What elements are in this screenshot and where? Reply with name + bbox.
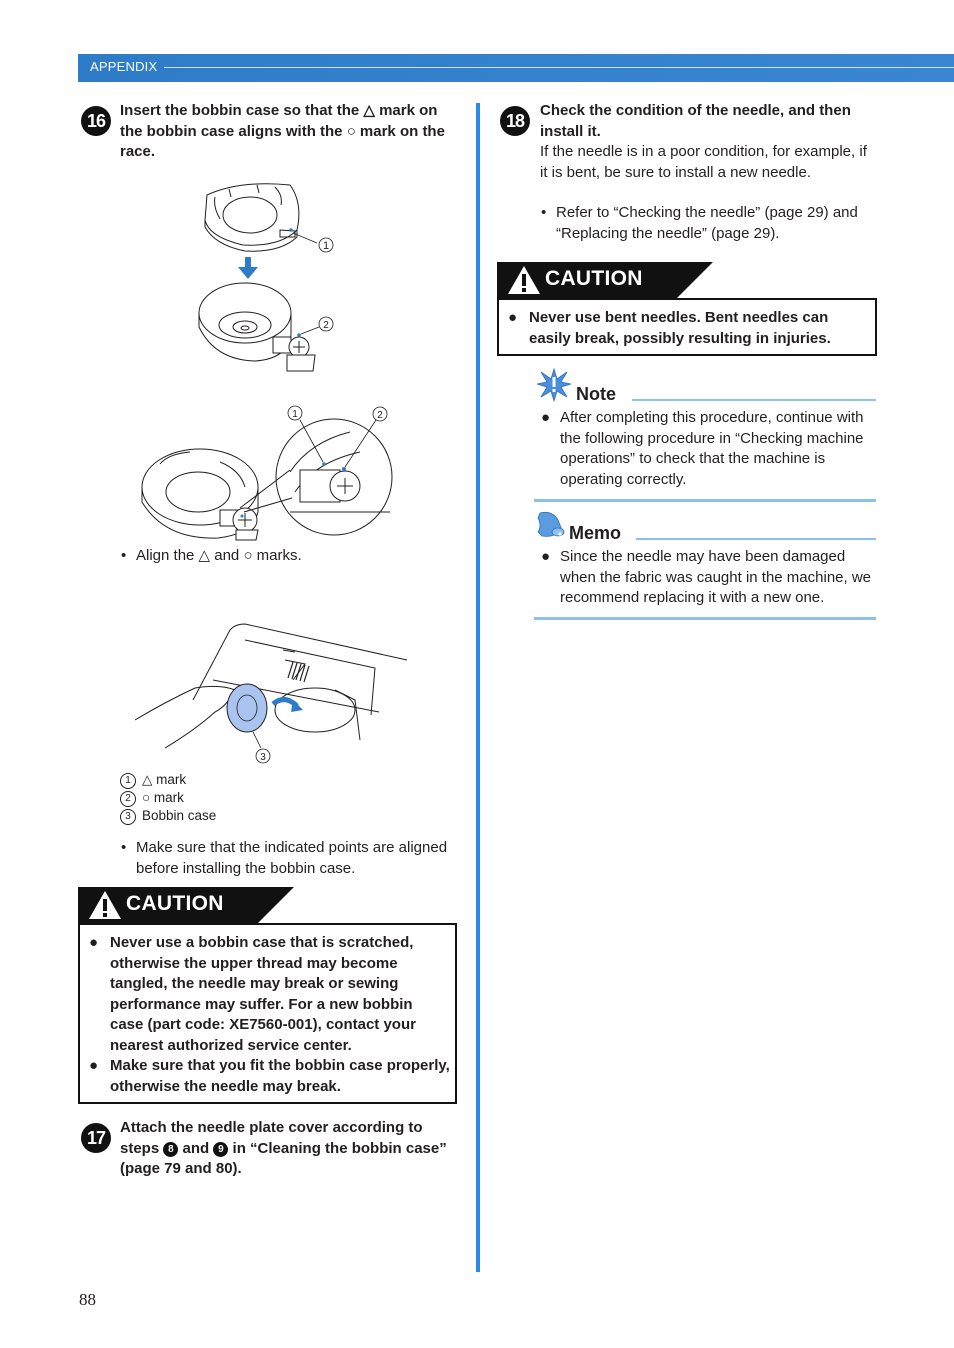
step-18-body: If the needle is in a poor condition, fo… — [540, 143, 867, 181]
caution-box-needle: CAUTION ● Never use bent needles. Bent ne… — [497, 262, 877, 356]
step-18-reference: • Refer to “Checking the needle” (page 29… — [541, 204, 858, 242]
memo-bell-icon — [537, 511, 565, 537]
callout-2: 2 — [318, 316, 334, 332]
warning-triangle-icon — [89, 891, 121, 919]
legend-item: 1 △ mark — [120, 771, 216, 789]
callout-1: 1 — [287, 405, 303, 421]
caution-tab: CAUTION — [78, 887, 294, 923]
alignment-detail-illustration: 1 2 — [141, 405, 393, 541]
circle-mark-dot — [297, 333, 301, 337]
step-16-number: 16 — [81, 106, 111, 136]
triangle-mark-dot — [289, 228, 293, 232]
legend-item: 3 Bobbin case — [120, 807, 216, 825]
caution-title: CAUTION — [126, 892, 224, 915]
make-sure-note: • Make sure that the indicated points are… — [121, 839, 448, 877]
callout-3: 3 — [255, 748, 271, 764]
section-header: APPENDIX — [78, 54, 954, 82]
note-callout: Note ● After completing this procedure, c… — [534, 366, 876, 503]
callout-1: 1 — [318, 237, 334, 253]
caution-content: ● Never use bent needles. Bent needles ca… — [497, 298, 877, 356]
note-text: ● After completing this procedure, contin… — [541, 409, 864, 488]
header-rule — [164, 67, 954, 68]
warning-triangle-icon — [508, 266, 540, 294]
race-drawing — [198, 282, 316, 372]
caution-item: ● Never use bent needles. Bent needles ca… — [508, 309, 831, 347]
step-ref-8: 8 — [163, 1141, 179, 1157]
memo-title-rule — [636, 538, 876, 540]
bobbin-case-drawing — [204, 183, 300, 252]
bobbin-case-shape — [226, 683, 268, 733]
caution-content: ● Never use a bobbin case that is scratch… — [78, 923, 457, 1104]
step-17-number: 17 — [81, 1123, 111, 1153]
caution-tab: CAUTION — [497, 262, 713, 298]
svg-text:1: 1 — [292, 409, 298, 420]
legend-item: 2 ○ mark — [120, 789, 216, 807]
memo-title: Memo — [569, 523, 622, 543]
caution-item: ● Never use a bobbin case that is scratch… — [89, 934, 416, 1054]
callout-2: 2 — [372, 406, 388, 422]
step-17-instruction: Attach the needle plate cover according … — [120, 1119, 447, 1177]
svg-text:2: 2 — [323, 320, 329, 331]
note-bottom-rule — [534, 499, 876, 502]
hand-insert-bobbin-illustration: 3 — [135, 623, 408, 764]
svg-text:2: 2 — [377, 410, 383, 421]
memo-callout: Memo ● Since the needle may have been dam… — [534, 508, 876, 620]
step-18-number: 18 — [500, 106, 530, 136]
grip-slots — [287, 661, 310, 683]
note-burst-icon — [536, 368, 572, 402]
note-title-rule — [632, 399, 876, 401]
caution-title: CAUTION — [545, 267, 643, 290]
svg-text:1: 1 — [323, 240, 329, 252]
memo-bottom-rule — [534, 617, 876, 620]
caution-box-bobbin: CAUTION ● Never use a bobbin case that is… — [78, 887, 457, 1104]
down-arrow-icon — [238, 257, 258, 279]
column-divider — [476, 103, 480, 1272]
figure-legend: 1 △ mark 2 ○ mark 3 Bobbin case — [120, 771, 216, 825]
caution-item: ● Make sure that you fit the bobbin case … — [89, 1057, 450, 1095]
bobbin-case-insert-illustration: 1 2 — [198, 183, 334, 372]
page-number: 88 — [79, 1290, 96, 1309]
align-note: • Align the △ and ○ marks. — [121, 547, 302, 564]
note-title: Note — [576, 384, 616, 404]
svg-text:3: 3 — [260, 752, 266, 763]
memo-text: ● Since the needle may have been damaged … — [541, 548, 872, 606]
step-18-instruction: Check the condition of the needle, and t… — [540, 102, 851, 140]
section-label: APPENDIX — [90, 59, 158, 74]
step-ref-9: 9 — [213, 1141, 229, 1157]
step-16-instruction: Insert the bobbin case so that the △ mar… — [120, 102, 445, 160]
